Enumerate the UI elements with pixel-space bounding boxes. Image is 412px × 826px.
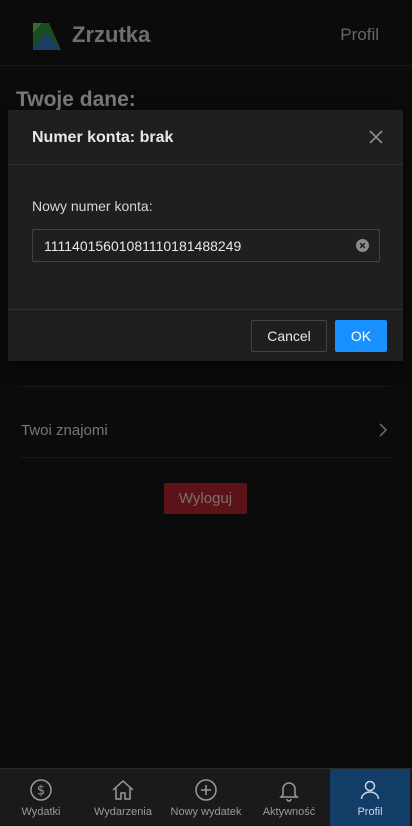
ok-button[interactable]: OK	[335, 320, 387, 352]
account-number-field[interactable]	[32, 229, 380, 262]
cancel-button[interactable]: Cancel	[251, 320, 327, 352]
clear-icon[interactable]	[356, 239, 369, 252]
nav-item-wydarzenia[interactable]: Wydarzenia	[82, 769, 164, 826]
close-icon[interactable]	[369, 130, 383, 144]
nav-item-profil[interactable]: Profil	[330, 769, 410, 826]
nav-item-nowy-wydatek[interactable]: Nowy wydatek	[164, 769, 248, 826]
account-number-modal: Numer konta: brak Nowy numer konta: Canc…	[8, 110, 403, 361]
nav-label: Nowy wydatek	[170, 806, 242, 818]
dollar-circle-icon: $	[30, 779, 52, 801]
modal-footer-divider	[8, 309, 403, 310]
bell-icon	[279, 782, 299, 802]
nav-label: Aktywność	[262, 806, 316, 818]
nav-item-aktywnosc[interactable]: Aktywność	[248, 769, 330, 826]
plus-circle-icon	[195, 779, 217, 801]
account-number-input[interactable]	[44, 230, 344, 261]
svg-text:$: $	[37, 784, 45, 799]
bottom-nav: $ Wydatki Wydarzenia Nowy wydatek Aktywn…	[0, 768, 412, 826]
account-number-label: Nowy numer konta:	[32, 198, 153, 214]
user-icon	[360, 780, 380, 800]
home-icon	[112, 779, 134, 800]
nav-label: Wydatki	[21, 806, 61, 818]
modal-title: Numer konta: brak	[32, 129, 174, 146]
nav-item-wydatki[interactable]: $ Wydatki	[0, 769, 82, 826]
modal-header: Numer konta: brak	[8, 110, 403, 165]
nav-label: Profil	[357, 806, 383, 818]
nav-label: Wydarzenia	[94, 806, 152, 818]
